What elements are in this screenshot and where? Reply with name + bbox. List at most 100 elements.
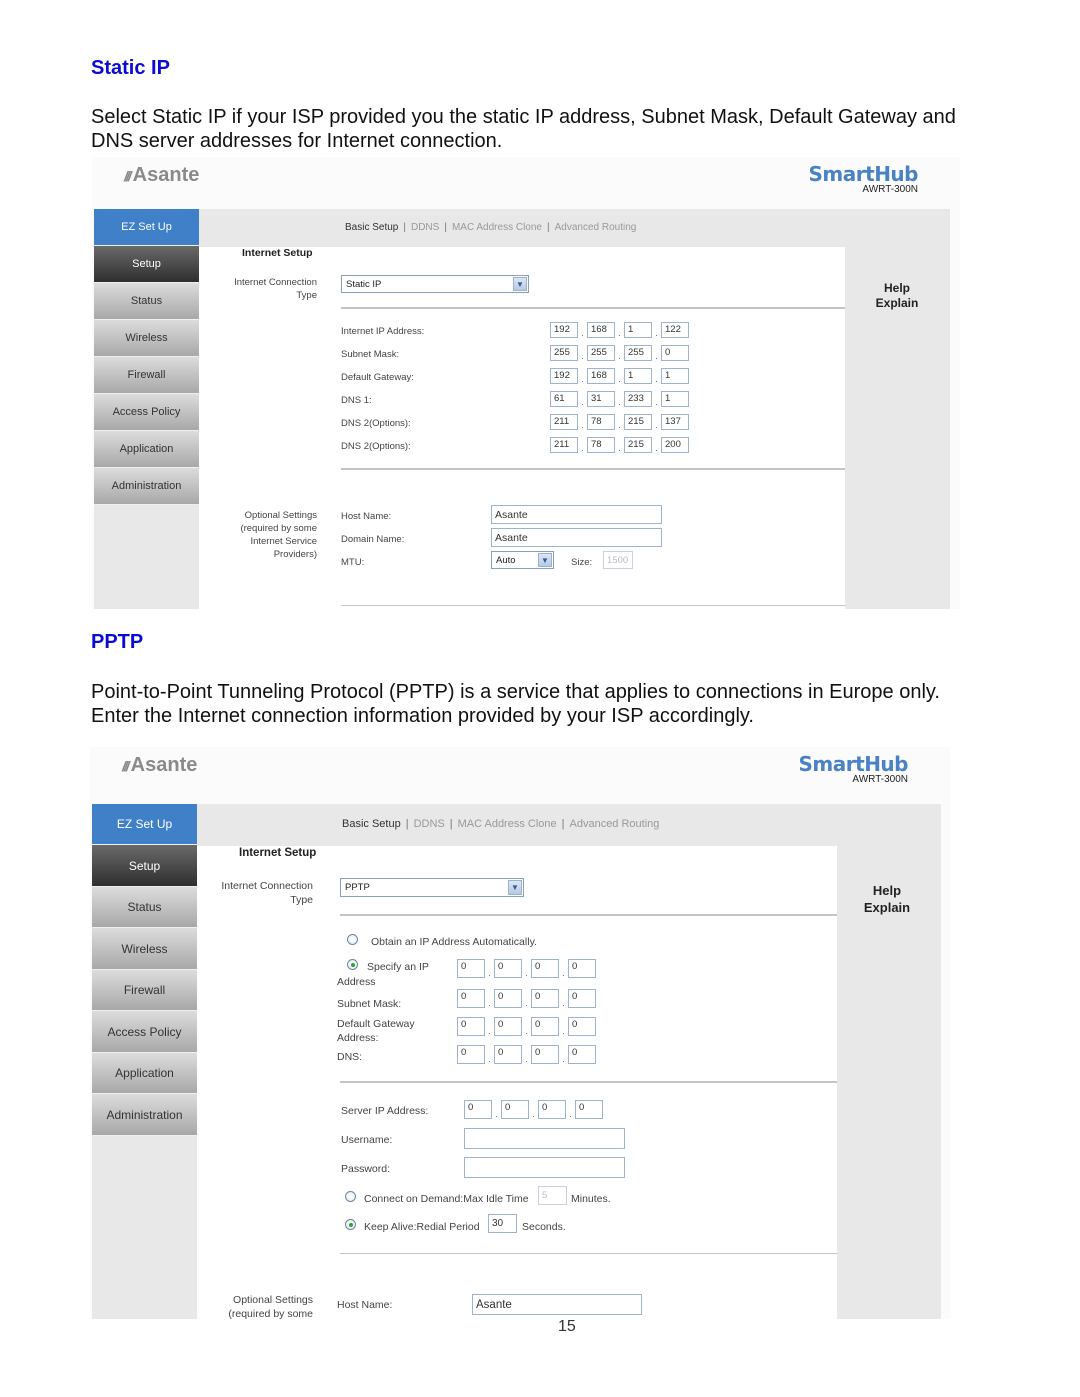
- connection-type-select[interactable]: PPTP ▼: [340, 878, 524, 897]
- password-input[interactable]: [464, 1157, 625, 1178]
- octet-input[interactable]: 0: [568, 989, 596, 1008]
- octet-input[interactable]: 0: [494, 959, 522, 978]
- sidebar-item-administration[interactable]: Administration: [92, 1094, 197, 1136]
- connect-on-demand-radio[interactable]: [345, 1191, 356, 1202]
- octet-input[interactable]: 0: [457, 959, 485, 978]
- help-explain[interactable]: Help Explain: [852, 882, 922, 916]
- sidebar-item-status[interactable]: Status: [92, 887, 197, 928]
- octet-input[interactable]: 168: [587, 368, 615, 384]
- host-name-input[interactable]: Asante: [472, 1294, 642, 1315]
- octet-input[interactable]: 122: [661, 322, 689, 338]
- subnav-basic-setup[interactable]: Basic Setup: [342, 818, 401, 830]
- octet-input[interactable]: 1: [624, 322, 652, 338]
- max-idle-time-input[interactable]: 5: [538, 1186, 567, 1205]
- pptp-description: Point-to-Point Tunneling Protocol (PPTP)…: [91, 681, 940, 727]
- sidebar-item-access-policy[interactable]: Access Policy: [92, 1011, 197, 1053]
- octet-input[interactable]: 200: [661, 437, 689, 453]
- optional-settings-label: Optional Settings (required by some Intern…: [240, 510, 317, 560]
- octet-input[interactable]: 0: [531, 989, 559, 1008]
- octet-input[interactable]: 1: [661, 391, 689, 407]
- octet-input[interactable]: 0: [501, 1100, 529, 1119]
- internet-ip-address-label: Internet IP Address:: [341, 326, 425, 337]
- help-explain[interactable]: Help Explain: [862, 281, 932, 311]
- octet-input[interactable]: 0: [661, 345, 689, 361]
- octet-input[interactable]: 255: [624, 345, 652, 361]
- octet-input[interactable]: 192: [550, 368, 578, 384]
- octet-input[interactable]: 215: [624, 437, 652, 453]
- octet-input[interactable]: 233: [624, 391, 652, 407]
- octet-input[interactable]: 1: [661, 368, 689, 384]
- mtu-select[interactable]: Auto ▼: [491, 551, 554, 569]
- octet-input[interactable]: 0: [575, 1100, 603, 1119]
- octet-input[interactable]: 78: [587, 437, 615, 453]
- mtu-label: MTU:: [341, 557, 365, 568]
- specify-ip-radio[interactable]: [347, 959, 358, 970]
- subnav-basic-setup[interactable]: Basic Setup: [345, 222, 398, 233]
- dns3-input: 211. 78. 215. 200: [550, 437, 689, 453]
- octet-input[interactable]: 255: [587, 345, 615, 361]
- dns1-label: DNS 1:: [341, 395, 372, 406]
- minutes-label: Minutes.: [571, 1193, 611, 1205]
- default-gateway-input: 192. 168. 1. 1: [550, 368, 689, 384]
- sidebar-item-wireless[interactable]: Wireless: [92, 928, 197, 970]
- sidebar-item-ez-set-up[interactable]: EZ Set Up: [92, 804, 197, 845]
- host-name-input[interactable]: Asante: [491, 505, 662, 524]
- octet-input[interactable]: 211: [550, 437, 578, 453]
- octet-input[interactable]: 0: [531, 1045, 559, 1064]
- connection-type-label: Internet Connection Type: [221, 880, 313, 906]
- sidebar-item-application[interactable]: Application: [94, 431, 199, 468]
- octet-input[interactable]: 211: [550, 414, 578, 430]
- octet-input[interactable]: 61: [550, 391, 578, 407]
- sidebar-item-wireless[interactable]: Wireless: [94, 320, 199, 357]
- sidebar-item-setup[interactable]: Setup: [94, 246, 199, 283]
- octet-input[interactable]: 0: [568, 959, 596, 978]
- octet-input[interactable]: 1: [624, 368, 652, 384]
- sidebar-item-setup[interactable]: Setup: [92, 845, 197, 887]
- octet-input[interactable]: 137: [661, 414, 689, 430]
- connection-type-select[interactable]: Static IP ▼: [341, 275, 529, 293]
- octet-input[interactable]: 168: [587, 322, 615, 338]
- obtain-ip-automatically-radio[interactable]: [347, 934, 358, 945]
- octet-input[interactable]: 31: [587, 391, 615, 407]
- subnav-ddns[interactable]: DDNS: [411, 222, 439, 233]
- sidebar-item-firewall[interactable]: Firewall: [94, 357, 199, 394]
- redial-period-input[interactable]: 30: [488, 1214, 517, 1233]
- sidebar-item-administration[interactable]: Administration: [94, 468, 199, 505]
- octet-input[interactable]: 78: [587, 414, 615, 430]
- keep-alive-radio[interactable]: [345, 1219, 356, 1230]
- octet-input[interactable]: 0: [464, 1100, 492, 1119]
- sidebar-item-application[interactable]: Application: [92, 1053, 197, 1094]
- subnav-ddns[interactable]: DDNS: [414, 818, 445, 830]
- sidebar-item-access-policy[interactable]: Access Policy: [94, 394, 199, 431]
- octet-input[interactable]: 0: [494, 1045, 522, 1064]
- octet-input[interactable]: 192: [550, 322, 578, 338]
- octet-input[interactable]: 0: [457, 1017, 485, 1036]
- octet-input[interactable]: 0: [457, 989, 485, 1008]
- keep-alive-label: Keep Alive:Redial Period: [364, 1221, 480, 1233]
- subnav-mac-address-clone[interactable]: MAC Address Clone: [458, 818, 557, 830]
- sidebar-item-firewall[interactable]: Firewall: [92, 970, 197, 1011]
- domain-name-input[interactable]: Asante: [491, 528, 662, 547]
- mtu-size-input[interactable]: 1500: [603, 551, 633, 569]
- octet-input[interactable]: 0: [457, 1045, 485, 1064]
- octet-input[interactable]: 0: [538, 1100, 566, 1119]
- subnav-advanced-routing[interactable]: Advanced Routing: [555, 222, 637, 233]
- octet-input[interactable]: 0: [568, 1045, 596, 1064]
- asante-logo-text: Asante: [130, 754, 198, 776]
- dns-label: DNS:: [337, 1051, 363, 1063]
- octet-input[interactable]: 0: [531, 1017, 559, 1036]
- sub-navigation: Basic Setup | DDNS | MAC Address Clone | Advan…: [345, 222, 636, 233]
- sidebar-item-ez-set-up[interactable]: EZ Set Up: [94, 209, 199, 246]
- default-gateway-label: Default Gateway Address:: [337, 1018, 415, 1044]
- username-input[interactable]: [464, 1128, 625, 1149]
- octet-input[interactable]: 0: [531, 959, 559, 978]
- octet-input[interactable]: 0: [494, 1017, 522, 1036]
- octet-input[interactable]: 215: [624, 414, 652, 430]
- subnet-mask-input: 0. 0. 0. 0: [457, 989, 596, 1008]
- subnav-mac-address-clone[interactable]: MAC Address Clone: [452, 222, 542, 233]
- octet-input[interactable]: 0: [568, 1017, 596, 1036]
- sidebar-item-status[interactable]: Status: [94, 283, 199, 320]
- octet-input[interactable]: 255: [550, 345, 578, 361]
- octet-input[interactable]: 0: [494, 989, 522, 1008]
- subnav-advanced-routing[interactable]: Advanced Routing: [570, 818, 660, 830]
